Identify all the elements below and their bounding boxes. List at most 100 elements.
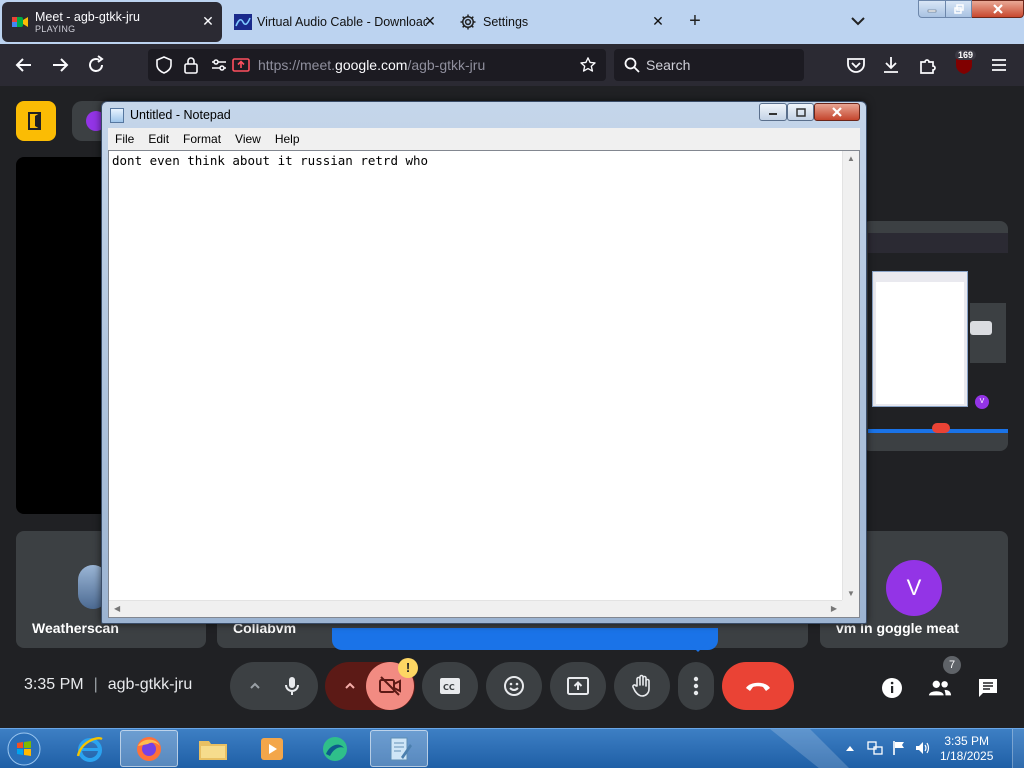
maximize-button[interactable] bbox=[946, 0, 972, 18]
tab-settings-close-icon[interactable]: ✕ bbox=[650, 13, 666, 29]
svg-text:CC: CC bbox=[443, 683, 455, 692]
address-bar[interactable]: https://meet.google.com/agb-gtkk-jru bbox=[148, 49, 606, 81]
show-desktop-button[interactable] bbox=[1012, 729, 1024, 768]
menu-view[interactable]: View bbox=[228, 132, 268, 146]
url-text[interactable]: https://meet.google.com/agb-gtkk-jru bbox=[258, 57, 485, 73]
scroll-up-arrow-icon[interactable]: ▲ bbox=[847, 154, 855, 163]
meeting-time: 3:35 PM bbox=[24, 676, 84, 693]
meeting-details: 3:35 PM | agb-gtkk-jru bbox=[24, 676, 192, 694]
menu-file[interactable]: File bbox=[108, 132, 141, 146]
permissions-icon[interactable] bbox=[210, 57, 228, 73]
notepad-titlebar[interactable]: Untitled - Notepad bbox=[102, 102, 866, 128]
menu-help[interactable]: Help bbox=[268, 132, 307, 146]
taskbar-media-player[interactable] bbox=[243, 730, 301, 767]
taskbar-notepad[interactable] bbox=[370, 730, 428, 767]
search-bar[interactable]: Search bbox=[614, 49, 804, 81]
new-tab-plus-icon[interactable]: + bbox=[684, 11, 706, 33]
hamburger-menu-icon[interactable] bbox=[988, 54, 1010, 76]
bookmark-star-icon[interactable] bbox=[579, 56, 597, 74]
windows-taskbar: 3:35 PM 1/18/2025 bbox=[0, 728, 1024, 768]
call-end-icon bbox=[746, 682, 770, 691]
back-arrow-icon[interactable] bbox=[13, 54, 35, 76]
tray-volume[interactable] bbox=[914, 739, 932, 757]
chevron-up-icon[interactable] bbox=[343, 679, 357, 693]
gear-icon bbox=[460, 14, 476, 30]
notepad-content[interactable]: dont even think about it russian retrd w… bbox=[112, 153, 428, 168]
taskbar-clock[interactable]: 3:35 PM 1/18/2025 bbox=[940, 734, 993, 764]
lock-icon[interactable] bbox=[183, 56, 199, 74]
meet-activities-button[interactable] bbox=[16, 101, 56, 141]
tab-vac-close-icon[interactable]: ✕ bbox=[422, 13, 438, 29]
tab-settings-label: Settings bbox=[483, 15, 529, 29]
notepad-minimize-button[interactable] bbox=[759, 103, 787, 121]
scroll-right-arrow-icon[interactable]: ▶ bbox=[831, 604, 837, 613]
captions-button[interactable]: CC bbox=[422, 662, 478, 710]
tray-network[interactable] bbox=[866, 739, 884, 757]
present-screen-button[interactable] bbox=[550, 662, 606, 710]
extensions-puzzle-icon[interactable] bbox=[917, 54, 939, 76]
download-icon[interactable] bbox=[880, 54, 902, 76]
taskbar-internet-explorer[interactable] bbox=[61, 730, 119, 767]
minimize-button[interactable] bbox=[918, 0, 946, 18]
door-icon bbox=[28, 112, 41, 130]
meeting-info-button[interactable] bbox=[880, 676, 904, 700]
browser-nav-bar: https://meet.google.com/agb-gtkk-jru Sea… bbox=[0, 44, 1024, 86]
scroll-down-arrow-icon[interactable]: ▼ bbox=[847, 589, 855, 598]
menu-edit[interactable]: Edit bbox=[141, 132, 176, 146]
notepad-text-area[interactable]: dont even think about it russian retrd w… bbox=[108, 150, 860, 618]
tab-meet[interactable]: Meet - agb-gtkk-jru PLAYING ✕ bbox=[2, 2, 222, 42]
chat-button[interactable] bbox=[976, 676, 1000, 700]
menu-format[interactable]: Format bbox=[176, 132, 228, 146]
notepad-window[interactable]: Untitled - Notepad File Edit Format View… bbox=[101, 101, 867, 624]
taskbar-firefox[interactable] bbox=[120, 730, 178, 767]
taskbar-glare bbox=[770, 729, 849, 768]
meet-audio-icon bbox=[12, 17, 28, 27]
resize-grip[interactable] bbox=[842, 600, 859, 617]
taskbar-file-explorer[interactable] bbox=[184, 730, 242, 767]
chevron-up-icon[interactable] bbox=[248, 679, 262, 693]
forward-arrow-icon[interactable] bbox=[49, 54, 71, 76]
shared-notepad-body bbox=[876, 282, 964, 404]
clock-date: 1/18/2025 bbox=[940, 749, 994, 763]
screen-share-tile[interactable]: V bbox=[862, 221, 1008, 451]
close-window-button[interactable] bbox=[972, 0, 1024, 18]
scroll-left-arrow-icon[interactable]: ◀ bbox=[114, 604, 120, 613]
maximize-icon bbox=[795, 107, 806, 117]
closed-captions-icon: CC bbox=[440, 678, 460, 694]
taskbar-app-globe[interactable] bbox=[306, 730, 364, 767]
tray-action-center[interactable] bbox=[890, 739, 908, 757]
clock-time: 3:35 PM bbox=[944, 734, 990, 748]
notepad-icon bbox=[390, 737, 412, 760]
shared-avatar: V bbox=[975, 395, 989, 409]
reactions-button[interactable] bbox=[486, 662, 542, 710]
screen-share-indicator-icon[interactable] bbox=[232, 57, 250, 73]
chevron-down-icon[interactable] bbox=[848, 11, 868, 31]
reload-icon[interactable] bbox=[85, 54, 107, 76]
notepad-maximize-button[interactable] bbox=[787, 103, 814, 121]
show-hidden-icons-button[interactable] bbox=[844, 739, 856, 757]
close-icon bbox=[992, 4, 1003, 14]
tab-virtual-audio-cable[interactable]: Virtual Audio Cable - Download ✕ bbox=[228, 2, 442, 42]
leave-call-button[interactable] bbox=[722, 662, 794, 710]
horizontal-scrollbar[interactable]: ◀ ▶ bbox=[109, 600, 842, 617]
tab-vac-label: Virtual Audio Cable - Download bbox=[257, 15, 427, 29]
raise-hand-button[interactable] bbox=[614, 662, 670, 710]
tab-meet-close-icon[interactable]: ✕ bbox=[200, 13, 216, 29]
shared-hangup-button bbox=[932, 423, 950, 433]
vertical-scrollbar[interactable]: ▲ ▼ bbox=[842, 151, 859, 601]
url-prefix: https://meet. bbox=[258, 57, 336, 73]
tray-expand-icon bbox=[846, 746, 854, 751]
shield-icon[interactable] bbox=[155, 56, 173, 74]
emoji-icon bbox=[504, 676, 524, 696]
hand-icon bbox=[632, 674, 650, 697]
tab-settings[interactable]: Settings ✕ bbox=[452, 2, 672, 42]
globe-app-icon bbox=[323, 736, 347, 761]
microphone-icon[interactable] bbox=[282, 675, 302, 697]
extension-count-badge: 169 bbox=[955, 50, 977, 60]
start-button[interactable] bbox=[4, 731, 44, 767]
people-button[interactable] bbox=[928, 676, 952, 700]
notepad-close-button[interactable] bbox=[814, 103, 860, 121]
pocket-icon[interactable] bbox=[845, 54, 867, 76]
notepad-title: Untitled - Notepad bbox=[130, 108, 231, 122]
more-options-button[interactable] bbox=[678, 662, 714, 710]
